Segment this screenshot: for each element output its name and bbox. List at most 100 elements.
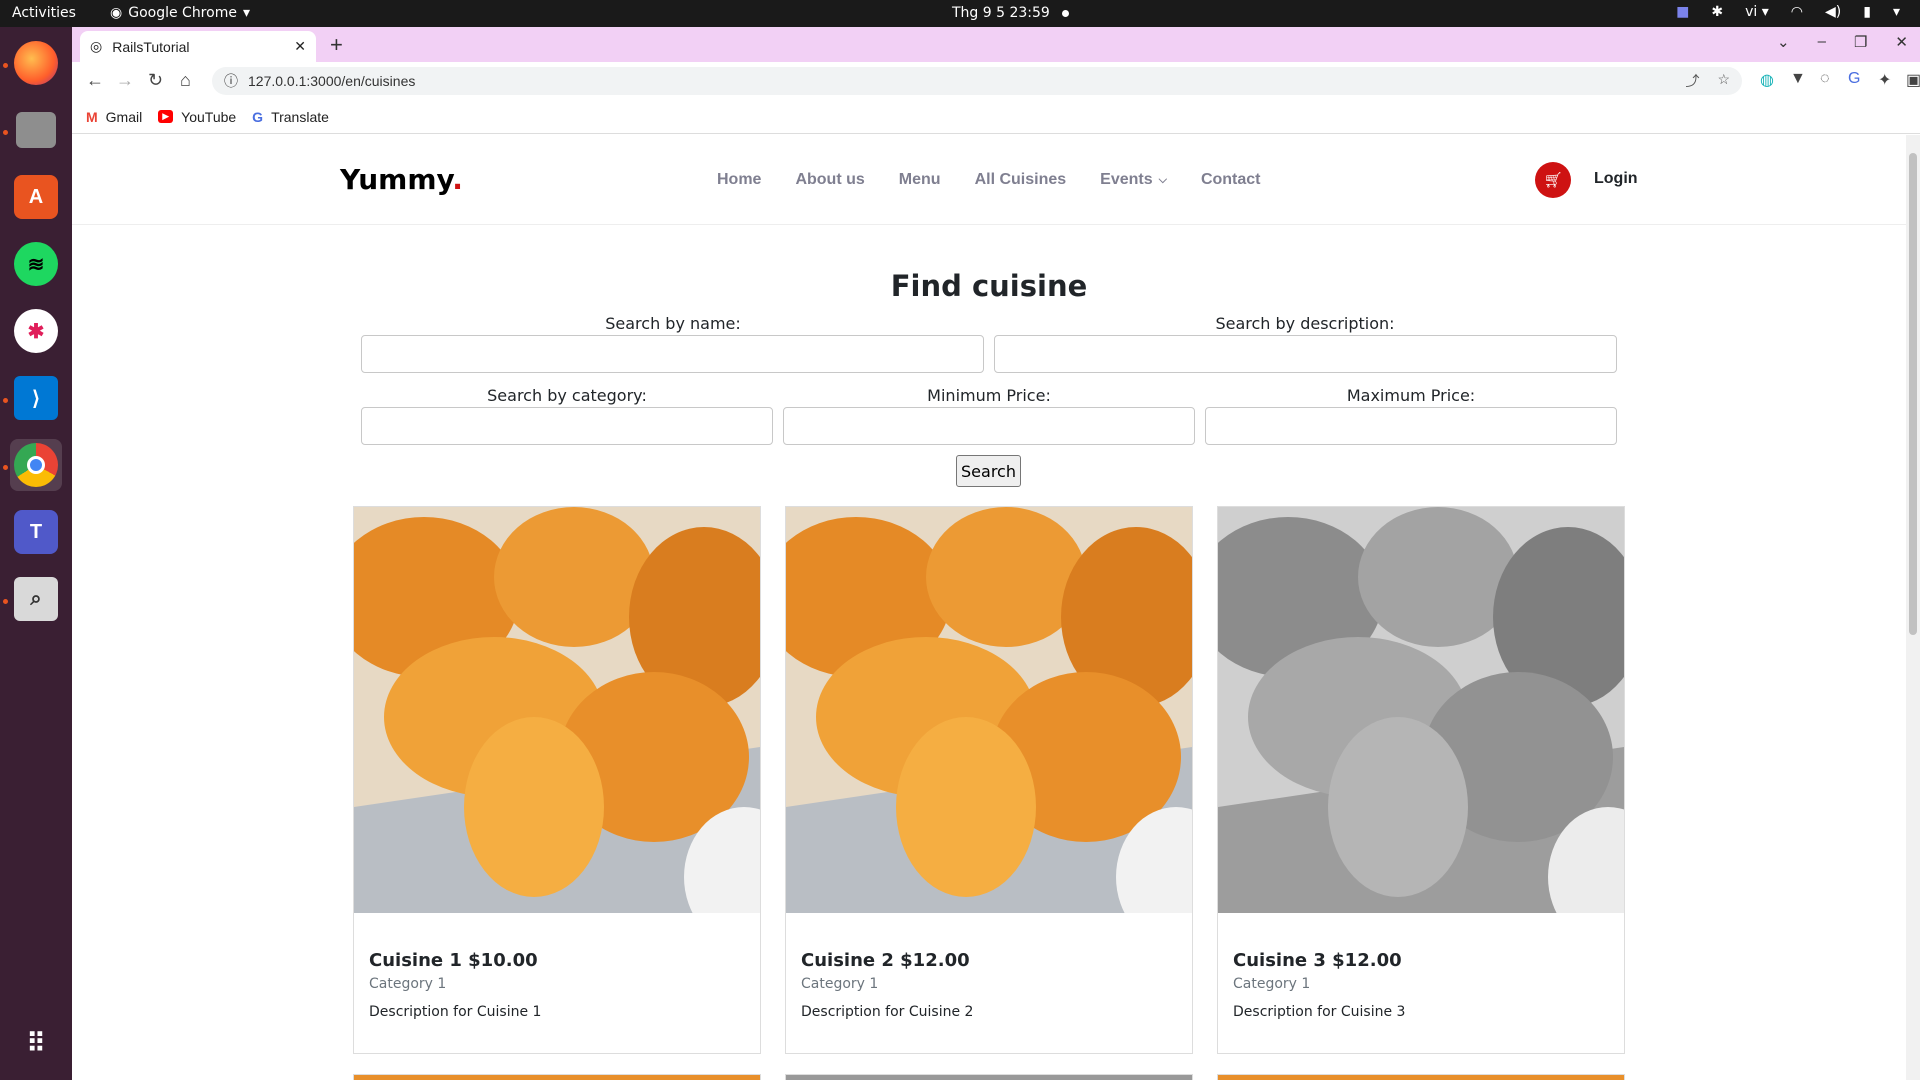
nav-events[interactable]: Events ⌵	[1100, 171, 1167, 189]
gmail-icon: M	[86, 108, 98, 125]
close-window-icon[interactable]: ✕	[1895, 33, 1908, 51]
close-tab-icon[interactable]: ✕	[294, 38, 306, 55]
cuisine-card-partial[interactable]	[353, 1074, 761, 1080]
bookmark-star-icon[interactable]: ☆	[1717, 71, 1730, 91]
extension-icon[interactable]: ◍	[1760, 70, 1774, 90]
wifi-icon[interactable]: ◠	[1791, 4, 1803, 20]
cuisine-card-partial[interactable]	[1217, 1074, 1625, 1080]
cuisine-card-partial[interactable]	[785, 1074, 1193, 1080]
cuisine-card[interactable]: Cuisine 3 $12.00 Category 1 Description …	[1217, 506, 1625, 1054]
system-tray[interactable]: ■ ✱ vi ▾ ◠ ◀) ▮ ▾	[1676, 4, 1900, 20]
app-name: Google Chrome	[128, 5, 237, 21]
page-scrollbar[interactable]	[1906, 135, 1920, 1080]
screenshot-launcher[interactable]: ⌕	[10, 573, 62, 625]
restore-icon[interactable]: ❐	[1854, 33, 1867, 51]
cuisine-image[interactable]	[1218, 507, 1624, 913]
nav-all-cuisines[interactable]: All Cuisines	[975, 171, 1067, 189]
system-top-bar: Activities ◉ Google Chrome ▾ Thg 9 5 23:…	[0, 0, 1920, 27]
nav-home[interactable]: Home	[717, 171, 761, 189]
show-apps-button[interactable]: ⠿	[10, 1017, 62, 1069]
power-menu-icon[interactable]: ▾	[1893, 4, 1900, 20]
vscode-icon: ⟩	[14, 376, 58, 420]
tab-title: RailsTutorial	[112, 38, 190, 55]
files-launcher[interactable]	[10, 104, 62, 156]
extension-icon[interactable]: ◌	[1820, 70, 1830, 88]
minimize-icon[interactable]: –	[1818, 33, 1826, 51]
main-nav: Home About us Menu All Cuisines Events ⌵ …	[717, 171, 1261, 189]
slack-tray-icon[interactable]: ✱	[1711, 4, 1723, 20]
globe-icon: ◎	[90, 38, 103, 54]
info-icon[interactable]: ⓘ	[224, 71, 238, 91]
reload-icon[interactable]: ↻	[148, 70, 163, 91]
share-icon[interactable]: ⤴	[1685, 71, 1699, 91]
bookmarks-bar: M Gmail ▶ YouTube G Translate	[72, 100, 1920, 134]
bookmark-label: Translate	[271, 108, 329, 125]
files-icon	[16, 112, 56, 148]
web-page: Yummy. Home About us Menu All Cuisines E…	[72, 135, 1906, 1080]
scrollbar-thumb[interactable]	[1909, 153, 1917, 635]
min-price-input[interactable]	[783, 407, 1195, 445]
cuisine-title[interactable]: Cuisine 1 $10.00	[369, 950, 538, 971]
chrome-icon	[14, 443, 58, 487]
slack-launcher[interactable]: ✱	[10, 305, 62, 357]
teams-tray-icon[interactable]: ■	[1676, 4, 1689, 20]
running-indicator	[3, 398, 8, 403]
cuisine-image[interactable]	[786, 507, 1192, 913]
vpn-extension-icon[interactable]: ▼	[1790, 70, 1806, 88]
cart-button[interactable]: 🛒︎	[1535, 162, 1571, 198]
translate-extension-icon[interactable]: G	[1848, 70, 1860, 88]
bookmark-translate[interactable]: G Translate	[252, 109, 329, 125]
notification-dot-icon	[1061, 9, 1069, 17]
cuisine-card[interactable]: Cuisine 2 $12.00 Category 1 Description …	[785, 506, 1193, 1054]
spotify-launcher[interactable]: ≋	[10, 238, 62, 290]
software-launcher[interactable]: A	[10, 171, 62, 223]
firefox-launcher[interactable]	[10, 37, 62, 89]
side-panel-icon[interactable]: ▣	[1906, 70, 1920, 90]
max-price-input[interactable]	[1205, 407, 1617, 445]
input-language[interactable]: vi ▾	[1745, 4, 1769, 20]
nav-menu[interactable]: Menu	[899, 171, 941, 189]
min-price-label: Minimum Price:	[927, 386, 1051, 405]
back-icon[interactable]: ←	[86, 70, 104, 91]
cuisine-card[interactable]: Cuisine 1 $10.00 Category 1 Description …	[353, 506, 761, 1054]
forward-icon[interactable]: →	[116, 70, 134, 91]
bookmark-gmail[interactable]: M Gmail	[86, 109, 142, 125]
slack-icon: ✱	[14, 309, 58, 353]
address-bar[interactable]: ⓘ 127.0.0.1:3000/en/cuisines ⤴ ☆	[212, 67, 1742, 95]
vscode-launcher[interactable]: ⟩	[10, 372, 62, 424]
chevron-down-icon: ⌵	[1158, 173, 1167, 186]
chrome-launcher[interactable]	[10, 439, 62, 491]
clock[interactable]: Thg 9 5 23:59	[952, 5, 1069, 21]
teams-launcher[interactable]: T	[10, 506, 62, 558]
youtube-icon: ▶	[158, 110, 174, 123]
tab-search-icon[interactable]: ⌄	[1777, 33, 1790, 51]
tab-railstutorial[interactable]: ◎ RailsTutorial ✕	[80, 31, 316, 62]
spotify-icon: ≋	[14, 242, 58, 286]
magnifier-icon: ⌕	[14, 577, 58, 621]
cuisine-title[interactable]: Cuisine 3 $12.00	[1233, 950, 1402, 971]
cuisine-description: Description for Cuisine 1	[369, 1004, 542, 1020]
search-button[interactable]: Search	[956, 455, 1021, 487]
activities-button[interactable]: Activities	[12, 5, 76, 21]
app-menu[interactable]: ◉ Google Chrome ▾	[110, 5, 250, 21]
home-icon[interactable]: ⌂	[180, 70, 191, 91]
site-logo[interactable]: Yummy.	[340, 163, 463, 196]
bookmark-youtube[interactable]: ▶ YouTube	[158, 109, 236, 125]
bookmark-label: YouTube	[181, 108, 237, 125]
window-controls: ⌄ – ❐ ✕	[1777, 33, 1908, 51]
cuisine-description: Description for Cuisine 2	[801, 1004, 974, 1020]
nav-about-us[interactable]: About us	[795, 171, 864, 189]
cuisine-title[interactable]: Cuisine 2 $12.00	[801, 950, 970, 971]
puzzle-extensions-icon[interactable]: ✦	[1878, 70, 1891, 90]
login-link[interactable]: Login	[1594, 170, 1638, 188]
cuisine-image[interactable]	[354, 507, 760, 913]
volume-icon[interactable]: ◀)	[1825, 4, 1841, 20]
new-tab-button[interactable]: +	[330, 32, 343, 58]
search-name-input[interactable]	[361, 335, 984, 373]
search-description-input[interactable]	[994, 335, 1617, 373]
nav-contact[interactable]: Contact	[1201, 171, 1261, 189]
battery-icon[interactable]: ▮	[1863, 4, 1871, 20]
cuisine-category: Category 1	[1233, 976, 1311, 992]
search-category-input[interactable]	[361, 407, 773, 445]
cuisine-category: Category 1	[801, 976, 879, 992]
